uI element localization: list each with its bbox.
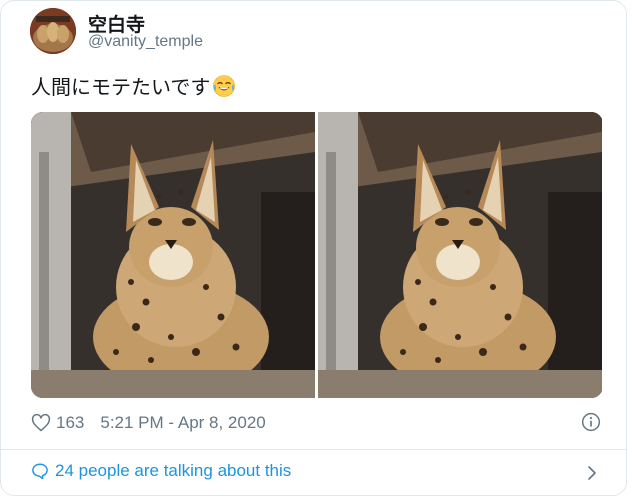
like-count[interactable]: 163 [56,413,84,433]
face-with-tears-of-joy-icon [213,75,236,97]
user-handle[interactable]: @vanity_temple [88,33,203,51]
tweet-text: 人間にモテたいです [31,71,236,100]
divider [1,449,626,450]
timestamp[interactable]: 5:21 PM - Apr 8, 2020 [100,413,265,433]
avatar[interactable] [30,8,76,54]
media-grid[interactable] [31,112,603,398]
serval-photo-left [31,112,315,398]
heart-icon[interactable] [31,413,51,433]
tweet-card[interactable]: 空白寺 @vanity_temple 人間にモテたいです 163 5:21 PM… [0,0,627,496]
speech-bubble-icon [32,463,48,480]
chevron-right-icon[interactable] [583,464,601,482]
serval-photo-right [318,112,602,398]
talking-about-link[interactable]: 24 people are talking about this [31,461,291,481]
photo-right[interactable] [318,112,602,398]
tweet-text-content: 人間にモテたいです [31,75,211,99]
photo-left[interactable] [31,112,315,398]
talking-about-label: 24 people are talking about this [55,461,292,480]
tweet-meta: 163 5:21 PM - Apr 8, 2020 [31,411,266,435]
info-icon[interactable] [581,412,601,432]
